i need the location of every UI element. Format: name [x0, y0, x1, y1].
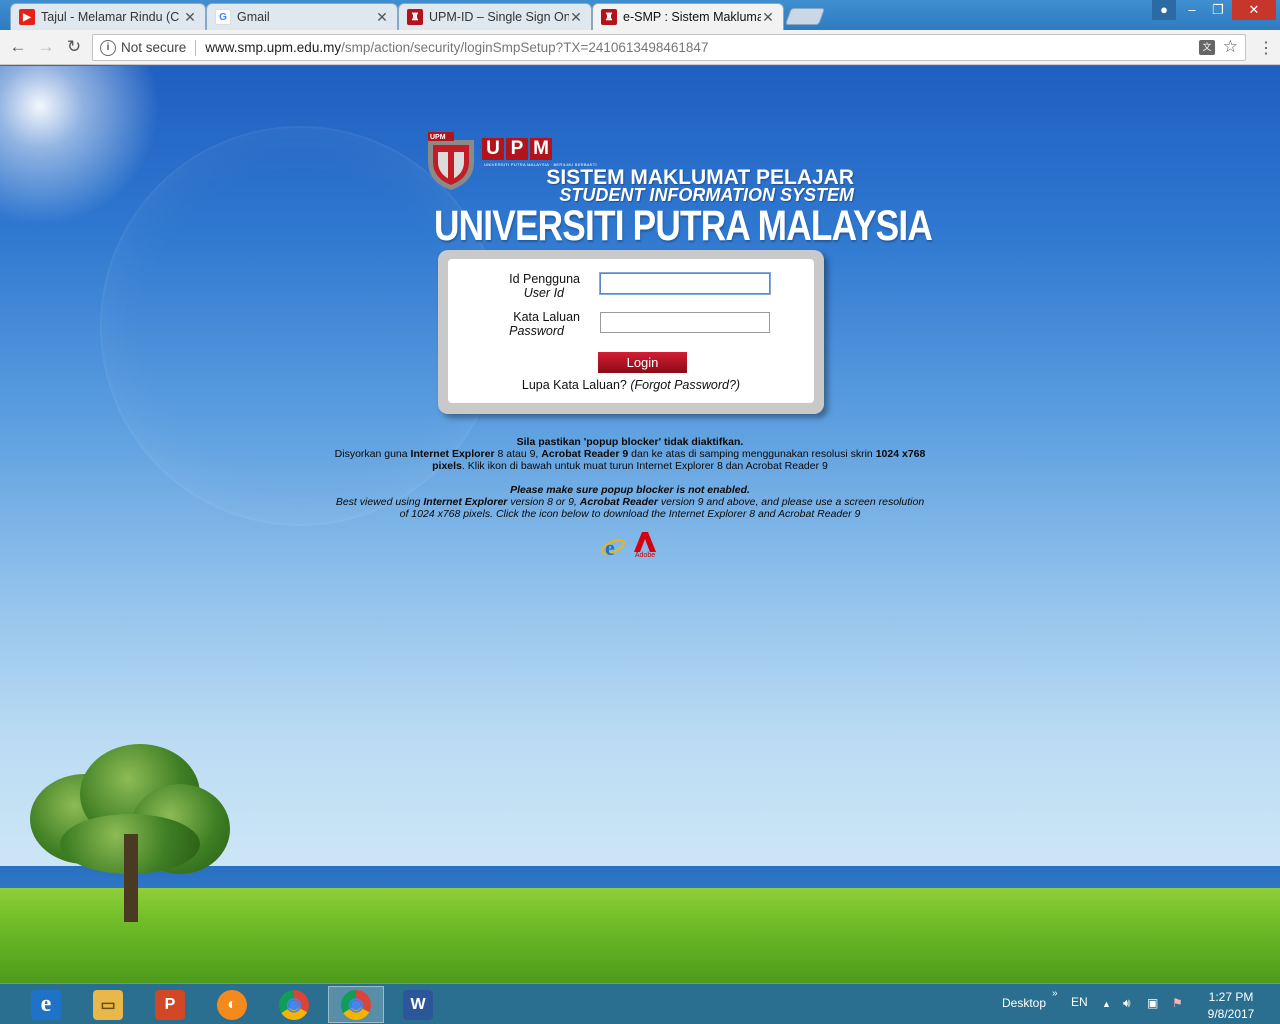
download-icons: e Adobe	[600, 530, 660, 564]
taskbar-media-app[interactable]: ◐	[204, 986, 260, 1023]
forgot-password-link[interactable]: Lupa Kata Laluan? (Forgot Password?)	[448, 378, 814, 392]
forgot-password-english[interactable]: (Forgot Password?)	[630, 378, 740, 392]
tab-esmp[interactable]: ♜ e-SMP : Sistem Maklumat ✕	[592, 3, 784, 30]
reload-icon[interactable]: ↻	[62, 36, 86, 60]
restore-icon[interactable]: ❐	[1206, 0, 1230, 20]
tab-title: UPM-ID – Single Sign On	[429, 10, 569, 24]
bookmark-star-icon[interactable]: ☆	[1223, 37, 1238, 57]
adobe-reader-icon[interactable]: Adobe	[632, 530, 658, 562]
upm-icon: ♜	[601, 9, 617, 25]
minimize-icon[interactable]: –	[1180, 0, 1204, 20]
upm-icon: ♜	[407, 9, 423, 25]
clock-time[interactable]: 1:27 PM	[1196, 990, 1266, 1004]
browser-menu-icon[interactable]: ⋮	[1256, 38, 1276, 58]
tree-image	[20, 734, 240, 924]
tab-youtube[interactable]: ▶ Tajul - Melamar Rindu (C ✕	[10, 3, 206, 30]
password-field[interactable]	[600, 312, 770, 333]
notice-popup-english: Please make sure popup blocker is not en…	[510, 484, 750, 496]
user-id-label-english: User Id	[523, 286, 564, 300]
svg-text:e: e	[605, 535, 615, 560]
url-host[interactable]: www.smp.upm.edu.my	[205, 40, 341, 55]
translate-icon[interactable]: 文	[1199, 40, 1215, 55]
close-icon[interactable]: ✕	[761, 9, 775, 26]
toolbar-chevron-icon[interactable]: »	[1052, 988, 1058, 999]
university-name: UNIVERSITI PUTRA MALAYSIA	[434, 202, 933, 250]
login-button[interactable]: Login	[598, 352, 687, 373]
login-panel: Id Pengguna User Id Kata Laluan Password…	[438, 250, 824, 414]
notice-popup-malay: Sila pastikan 'popup blocker' tidak diak…	[516, 436, 744, 448]
taskbar-chrome-active[interactable]: ◉	[328, 986, 384, 1023]
browser-tab-strip: ▶ Tajul - Melamar Rindu (C ✕ G Gmail ✕ ♜…	[0, 0, 1280, 30]
word-icon: W	[403, 989, 433, 1020]
notice-requirements-malay: Disyorkan guna Internet Explorer 8 atau …	[334, 448, 926, 472]
taskbar-file-explorer[interactable]: ▭	[80, 986, 136, 1023]
url-path[interactable]: /smp/action/security/loginSmpSetup?TX=24…	[341, 40, 708, 55]
action-center-icon[interactable]: ⚑	[1172, 996, 1183, 1010]
tab-title: e-SMP : Sistem Maklumat	[623, 10, 761, 24]
sun-glow	[0, 66, 160, 226]
chrome-icon: ◉	[279, 989, 309, 1020]
crest-label: UPM	[430, 134, 446, 141]
password-label: Kata Laluan Password	[450, 310, 580, 338]
language-indicator[interactable]: EN	[1071, 995, 1088, 1009]
forward-arrow-icon[interactable]: →	[34, 36, 58, 60]
media-app-icon: ◐	[217, 989, 247, 1020]
page-content: UPM U P M UNIVERSITI PUTRA MALAYSIA · BE…	[0, 66, 1280, 983]
user-profile-icon[interactable]: ●	[1152, 0, 1176, 20]
taskbar-word[interactable]: W	[390, 986, 446, 1023]
divider	[195, 39, 197, 56]
network-icon[interactable]: ▣	[1147, 996, 1158, 1010]
user-id-label: Id Pengguna User Id	[450, 272, 580, 300]
info-icon[interactable]: i	[100, 39, 116, 56]
upm-wordmark: U P M	[482, 138, 552, 160]
user-id-field[interactable]	[600, 273, 770, 294]
close-icon[interactable]: ✕	[569, 9, 583, 26]
desktop-toolbar-label[interactable]: Desktop	[1002, 996, 1046, 1010]
taskbar-internet-explorer[interactable]: e	[18, 986, 74, 1023]
youtube-icon: ▶	[19, 9, 35, 25]
browser-toolbar: ← → ↻ i Not secure www.smp.upm.edu.my/sm…	[0, 30, 1280, 65]
internet-explorer-icon: e	[31, 989, 61, 1020]
tab-gmail[interactable]: G Gmail ✕	[206, 3, 398, 30]
upm-header: UPM U P M UNIVERSITI PUTRA MALAYSIA · BE…	[420, 128, 933, 252]
tab-upm-id[interactable]: ♜ UPM-ID – Single Sign On ✕	[398, 3, 592, 30]
close-icon[interactable]: ✕	[183, 9, 197, 26]
chrome-icon: ◉	[341, 989, 371, 1020]
forgot-password-malay[interactable]: Lupa Kata Laluan?	[522, 378, 630, 392]
password-label-english: Password	[509, 324, 564, 338]
file-explorer-icon: ▭	[93, 989, 123, 1020]
password-label-malay: Kata Laluan	[513, 310, 580, 324]
close-icon[interactable]: ✕	[375, 9, 389, 26]
tab-title: Gmail	[237, 10, 270, 24]
address-bar[interactable]: i Not secure www.smp.upm.edu.my/smp/acti…	[92, 34, 1246, 61]
adobe-label: Adobe	[634, 552, 656, 559]
security-status[interactable]: Not secure	[121, 40, 186, 55]
taskbar-powerpoint[interactable]: P	[142, 986, 198, 1023]
windows-taskbar: e ▭ P ◐ ◉ ◉ W Desktop » EN ▲ 🔊︎ ▣ ⚑ 1:27…	[0, 983, 1280, 1024]
volume-icon[interactable]: 🔊︎	[1123, 996, 1131, 1011]
show-hidden-icons-icon[interactable]: ▲	[1102, 999, 1111, 1009]
user-id-label-malay: Id Pengguna	[509, 272, 580, 286]
new-tab-button[interactable]	[784, 8, 826, 25]
upm-crest-logo: UPM	[428, 132, 474, 190]
window-close-icon[interactable]: ✕	[1232, 0, 1276, 20]
login-form: Id Pengguna User Id Kata Laluan Password…	[448, 259, 814, 403]
notice-english: Please make sure popup blocker is not en…	[330, 484, 930, 520]
browser-requirements-notice: Sila pastikan 'popup blocker' tidak diak…	[330, 436, 930, 520]
notice-requirements-english: Best viewed using Internet Explorer vers…	[335, 496, 925, 520]
upm-letter: P	[506, 138, 528, 160]
google-icon: G	[215, 9, 231, 25]
clock-date[interactable]: 9/8/2017	[1196, 1007, 1266, 1021]
internet-explorer-icon[interactable]: e	[600, 534, 626, 560]
upm-letter: U	[482, 138, 504, 160]
upm-letter: M	[530, 138, 552, 160]
taskbar-chrome[interactable]: ◉	[266, 986, 322, 1023]
powerpoint-icon: P	[155, 989, 185, 1020]
tab-title: Tajul - Melamar Rindu (C	[41, 10, 180, 24]
back-arrow-icon[interactable]: ←	[6, 36, 30, 60]
